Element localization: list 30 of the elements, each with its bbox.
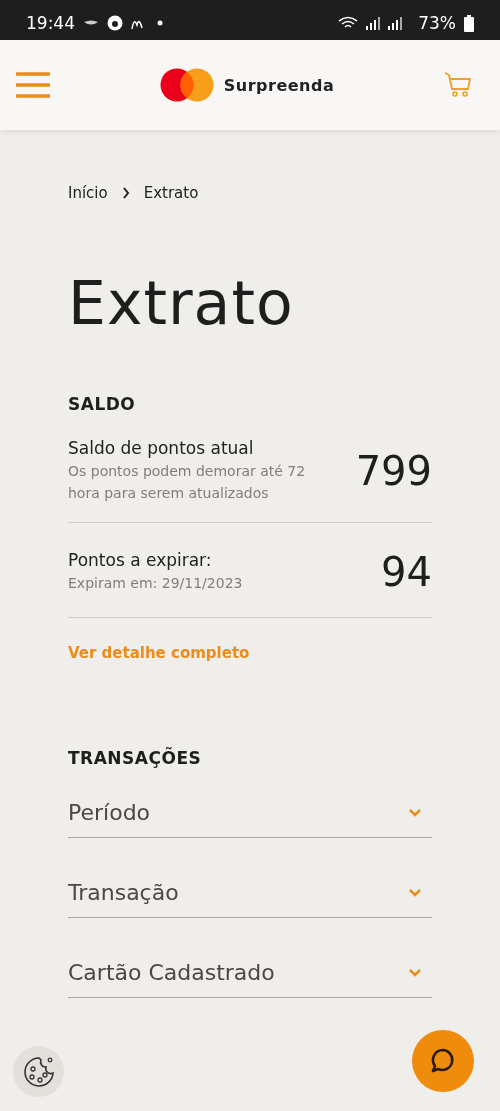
brand-logo-icon <box>159 68 214 102</box>
brand-name: Surpreenda <box>223 75 335 95</box>
balance-label: Pontos a expirar: <box>68 550 213 570</box>
filter-dropdown[interactable]: Transação <box>68 880 432 918</box>
section-heading: TRANSAÇÕES <box>68 748 203 768</box>
battery-icon <box>464 14 474 32</box>
battery-percentage: 73% <box>418 13 456 33</box>
chevron-down-icon <box>408 888 422 897</box>
cookie-button[interactable] <box>13 1046 64 1097</box>
balance-label: Saldo de pontos atual <box>68 438 255 458</box>
points-value: 799 <box>355 448 432 494</box>
cart-icon <box>444 71 472 99</box>
balance-note: Os pontos podem demorar até 72 hora para serem atualizados <box>68 462 307 503</box>
more-notifications-icon <box>157 20 163 26</box>
section-heading: SALDO <box>68 394 137 414</box>
page-title: Extrato <box>68 268 295 338</box>
filter-dropdown[interactable]: Cartão Cadastrado <box>68 960 432 998</box>
chat-icon <box>429 1047 457 1075</box>
app-notification-icon <box>107 15 123 31</box>
chevron-down-icon <box>408 808 422 817</box>
chevron-right-icon <box>121 187 130 199</box>
chevron-down-icon <box>408 968 422 977</box>
cookie-icon <box>21 1054 56 1089</box>
breadcrumb-link[interactable]: Início <box>68 184 108 202</box>
filter-dropdown[interactable]: Período <box>68 800 432 838</box>
breadcrumb-current: Extrato <box>143 184 199 202</box>
menu-icon <box>16 72 50 98</box>
status-time: 19:44 <box>26 13 75 33</box>
points-value: 94 <box>381 549 432 595</box>
balance-note: Expiram em: 29/11/2023 <box>68 574 243 593</box>
